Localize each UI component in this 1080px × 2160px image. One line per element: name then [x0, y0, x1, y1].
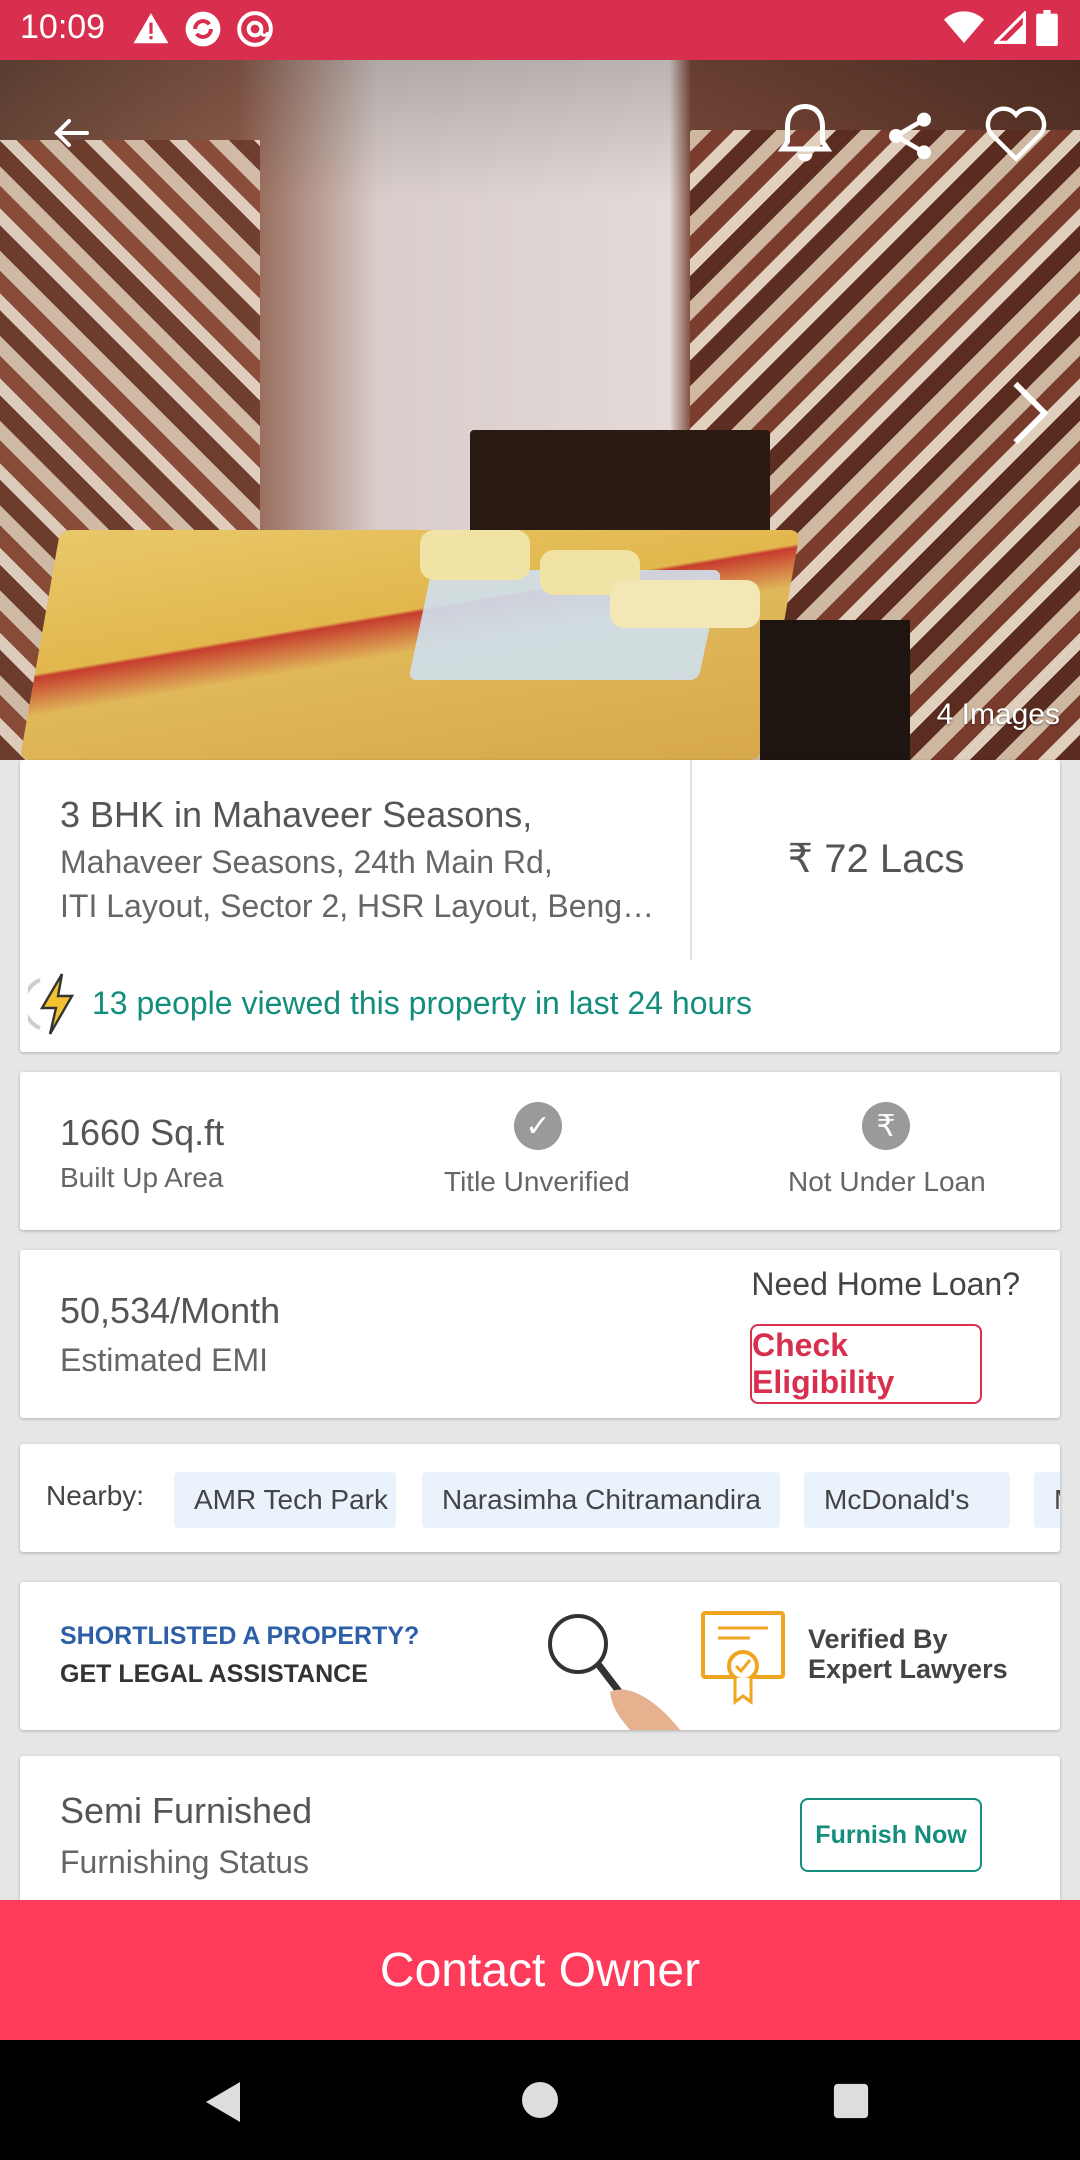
- nearby-card: Nearby: AMR Tech Park Narasimha Chitrama…: [20, 1444, 1060, 1552]
- signal-icon: [991, 9, 1026, 50]
- sync-icon: [184, 10, 222, 48]
- favorite-button[interactable]: [976, 96, 1056, 176]
- emi-label: Estimated EMI: [60, 1342, 269, 1378]
- back-button[interactable]: [36, 100, 106, 170]
- verified-line1: Verified By: [808, 1624, 948, 1654]
- check-circle-icon: ✓: [514, 1102, 562, 1150]
- furnishing-label: Furnishing Status: [60, 1844, 310, 1880]
- alert-button[interactable]: [770, 96, 840, 176]
- legal-assistance-banner[interactable]: SHORTLISTED A PROPERTY? GET LEGAL ASSIST…: [20, 1582, 1060, 1730]
- verified-badge-text: Verified By Expert Lawyers: [808, 1624, 1008, 1684]
- nearby-chip[interactable]: AMR Tech Park: [174, 1472, 396, 1528]
- emi-value: 50,534/Month: [60, 1290, 281, 1331]
- nav-back-icon[interactable]: [204, 2080, 244, 2129]
- property-title: 3 BHK in Mahaveer Seasons,: [60, 794, 533, 835]
- lightning-icon: [22, 972, 84, 1041]
- warning-icon: [132, 10, 170, 48]
- check-eligibility-button[interactable]: Check Eligibility: [750, 1324, 982, 1404]
- loan-status: Not Under Loan: [788, 1166, 986, 1197]
- built-up-area-label: Built Up Area: [60, 1162, 224, 1193]
- property-summary-card: 3 BHK in Mahaveer Seasons, Mahaveer Seas…: [20, 760, 1060, 1052]
- property-address-line1: Mahaveer Seasons, 24th Main Rd,: [60, 844, 553, 880]
- nearby-chip[interactable]: M: [1034, 1472, 1060, 1528]
- at-sign-icon: [236, 10, 274, 48]
- share-icon: [882, 108, 938, 169]
- property-image-gallery[interactable]: 4 Images: [0, 60, 1080, 760]
- chevron-right-icon: [1008, 378, 1052, 453]
- legal-cta: GET LEGAL ASSISTANCE: [60, 1660, 368, 1688]
- property-price: ₹ 72 Lacs: [787, 837, 965, 881]
- contact-owner-button[interactable]: Contact Owner: [0, 1900, 1080, 2040]
- battery-icon: [1036, 10, 1058, 51]
- built-up-area-value: 1660 Sq.ft: [60, 1112, 225, 1153]
- recent-views-text: 13 people viewed this property in last 2…: [92, 985, 752, 1021]
- verified-line2: Expert Lawyers: [808, 1654, 1008, 1684]
- furnishing-value: Semi Furnished: [60, 1790, 313, 1831]
- status-time: 10:09: [20, 8, 106, 46]
- property-details-card: 1660 Sq.ft Built Up Area ✓ Title Unverif…: [20, 1072, 1060, 1230]
- nearby-chip[interactable]: Narasimha Chitramandira: [422, 1472, 780, 1528]
- certificate-icon: [700, 1610, 786, 1711]
- heart-icon: [983, 103, 1049, 170]
- wifi-icon: [944, 11, 984, 50]
- furnish-now-button[interactable]: Furnish Now: [800, 1798, 982, 1872]
- system-navigation-bar: [0, 2040, 1080, 2160]
- nav-recents-icon[interactable]: [832, 2082, 870, 2125]
- share-button[interactable]: [872, 100, 948, 176]
- furnishing-card: Semi Furnished Furnishing Status Furnish…: [20, 1756, 1060, 1906]
- home-loan-question: Need Home Loan?: [751, 1266, 1020, 1302]
- nearby-chip[interactable]: McDonald's: [804, 1472, 1010, 1528]
- property-address-line2: ITI Layout, Sector 2, HSR Layout, Beng…: [60, 888, 655, 924]
- nav-home-icon[interactable]: [520, 2080, 560, 2125]
- nearby-label: Nearby:: [46, 1480, 145, 1511]
- bell-icon: [775, 101, 835, 172]
- rupee-circle-icon: ₹: [862, 1102, 910, 1150]
- status-bar: 10:09: [0, 0, 1080, 60]
- back-arrow-icon: [47, 109, 95, 162]
- legal-question: SHORTLISTED A PROPERTY?: [60, 1622, 420, 1650]
- images-count: 4 Images: [936, 698, 1060, 731]
- next-image-button[interactable]: [1000, 370, 1060, 460]
- magnifier-hand-icon: [540, 1612, 690, 1730]
- emi-card: 50,534/Month Estimated EMI Need Home Loa…: [20, 1250, 1060, 1418]
- title-status: Title Unverified: [444, 1166, 630, 1197]
